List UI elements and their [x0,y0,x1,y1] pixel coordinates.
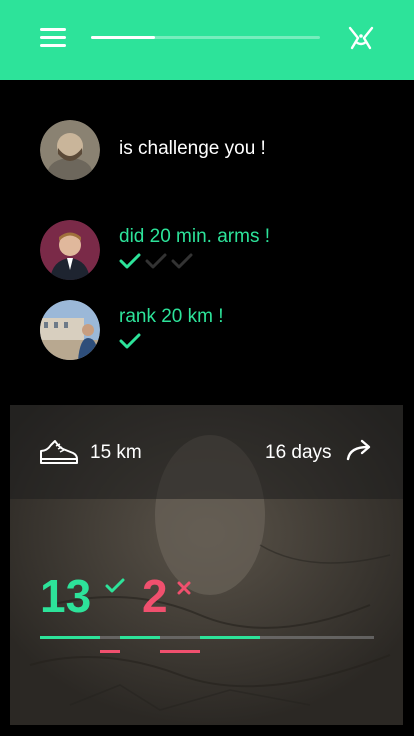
challenge-duration: 16 days [265,442,332,463]
day-tracker [40,636,374,656]
avatar[interactable] [40,300,100,360]
tracker-segment-fail [100,650,120,653]
tracker-segment-fail [160,650,200,653]
menu-line [40,36,66,39]
challenge-progress-bar [91,36,320,39]
check-list [119,252,193,270]
challenge-progress-fill [91,36,156,39]
check-list [119,332,141,350]
avatar[interactable] [40,120,100,180]
runner-logo-icon[interactable] [346,24,376,54]
menu-line [40,44,66,47]
menu-button[interactable] [40,28,66,48]
feed-item[interactable]: is challenge you ! [40,120,380,180]
success-count: 13 [40,570,92,622]
tracker-segment-success [200,636,260,639]
check-done-icon [119,253,141,269]
challenge-header: 15 km 16 days [10,405,403,499]
feed-item[interactable]: did 20 min. arms ! [40,220,380,280]
check-pending-icon [145,253,167,269]
check-pending-icon [171,253,193,269]
top-bar [0,0,414,80]
fail-count: 2 [142,570,168,622]
feed-item-text: rank 20 km ! [119,306,224,327]
cross-icon [177,581,191,595]
feed-item-text: did 20 min. arms ! [119,226,270,247]
share-arrow-icon[interactable] [346,439,374,461]
challenge-distance: 15 km [90,442,142,463]
tracker-segment-success [40,636,100,639]
challenge-card[interactable]: 15 km 16 days 13 2 [10,405,403,725]
menu-line [40,28,66,31]
shoe-icon [40,440,78,464]
check-done-icon [119,333,141,349]
check-icon [105,578,125,593]
feed-item-text: is challenge you ! [119,138,266,159]
tracker-segment-success [120,636,160,639]
avatar[interactable] [40,220,100,280]
feed-item[interactable]: rank 20 km ! [40,300,380,360]
